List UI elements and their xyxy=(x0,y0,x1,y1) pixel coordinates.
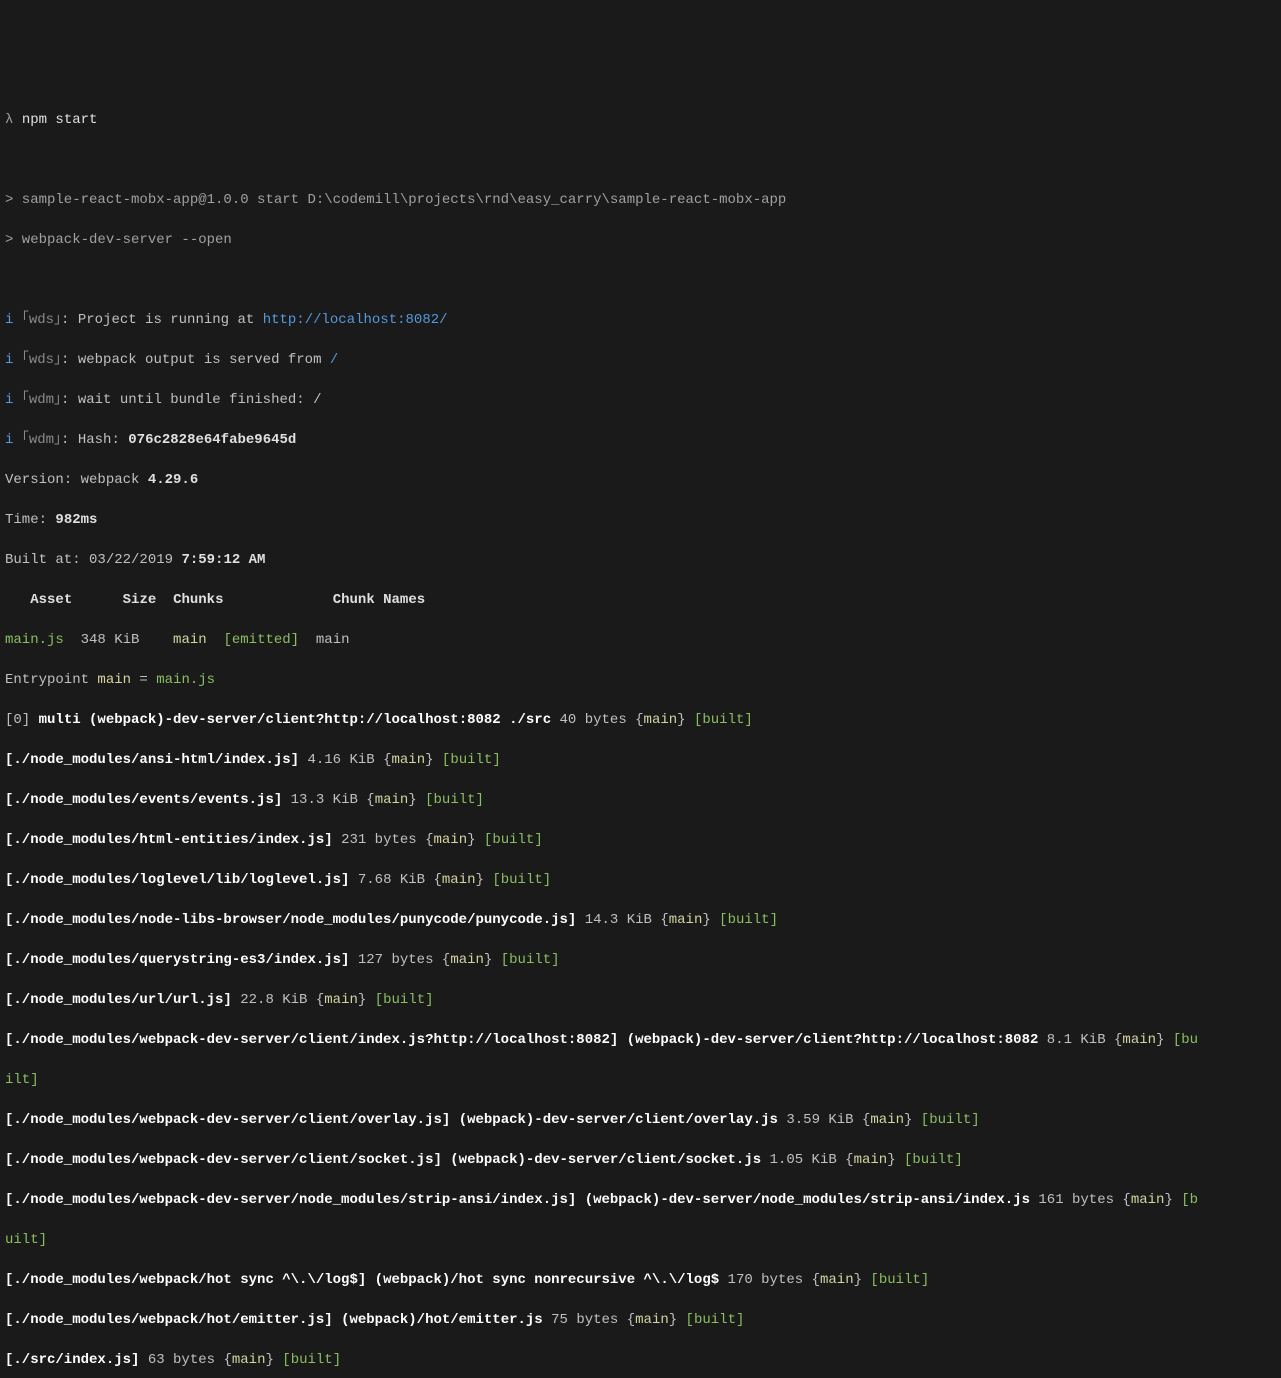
wds-line-2: i ｢wds｣: webpack output is served from / xyxy=(5,350,1276,370)
module-wrap: uilt] xyxy=(5,1230,1276,1250)
table-header: Asset Size Chunks Chunk Names xyxy=(5,590,1276,610)
module-line: [./node_modules/webpack-dev-server/clien… xyxy=(5,1110,1276,1130)
module-line: [./node_modules/webpack-dev-server/node_… xyxy=(5,1190,1276,1210)
server-url[interactable]: http://localhost:8082/ xyxy=(263,312,448,328)
terminal-output: λ npm start > sample-react-mobx-app@1.0.… xyxy=(5,90,1276,1378)
npm-line-1: > sample-react-mobx-app@1.0.0 start D:\c… xyxy=(5,190,1276,210)
module-wrap: ilt] xyxy=(5,1070,1276,1090)
module-line: [./node_modules/webpack/hot/emitter.js] … xyxy=(5,1310,1276,1330)
module-line: [./node_modules/html-entities/index.js] … xyxy=(5,830,1276,850)
npm-line-2: > webpack-dev-server --open xyxy=(5,230,1276,250)
version-line: Version: webpack 4.29.6 xyxy=(5,470,1276,490)
info-icon: i xyxy=(5,312,13,328)
built-at-line: Built at: 03/22/2019 7:59:12 AM xyxy=(5,550,1276,570)
module-line: [./node_modules/node-libs-browser/node_m… xyxy=(5,910,1276,930)
time-line: Time: 982ms xyxy=(5,510,1276,530)
blank-line xyxy=(5,270,1276,290)
module-line: [./node_modules/webpack-dev-server/clien… xyxy=(5,1030,1276,1050)
entrypoint-line: Entrypoint main = main.js xyxy=(5,670,1276,690)
hash-value: 076c2828e64fabe9645d xyxy=(128,432,296,448)
wdm-line-1: i ｢wdm｣: wait until bundle finished: / xyxy=(5,390,1276,410)
wdm-line-2: i ｢wdm｣: Hash: 076c2828e64fabe9645d xyxy=(5,430,1276,450)
module-line: [./node_modules/url/url.js] 22.8 KiB {ma… xyxy=(5,990,1276,1010)
module-line: [./node_modules/events/events.js] 13.3 K… xyxy=(5,790,1276,810)
prompt-line: λ npm start xyxy=(5,110,1276,130)
module-line: [./node_modules/webpack/hot sync ^\.\/lo… xyxy=(5,1270,1276,1290)
wds-line-1: i ｢wds｣: Project is running at http://lo… xyxy=(5,310,1276,330)
module-line: [./node_modules/webpack-dev-server/clien… xyxy=(5,1150,1276,1170)
blank-line xyxy=(5,150,1276,170)
info-icon: i xyxy=(5,432,13,448)
module-line: [./node_modules/ansi-html/index.js] 4.16… xyxy=(5,750,1276,770)
table-row: main.js 348 KiB main [emitted] main xyxy=(5,630,1276,650)
command-text: npm start xyxy=(22,112,98,128)
module-line: [./src/index.js] 63 bytes {main} [built] xyxy=(5,1350,1276,1370)
module-line: [./node_modules/querystring-es3/index.js… xyxy=(5,950,1276,970)
info-icon: i xyxy=(5,352,13,368)
module-line: [0] multi (webpack)-dev-server/client?ht… xyxy=(5,710,1276,730)
info-icon: i xyxy=(5,392,13,408)
module-line: [./node_modules/loglevel/lib/loglevel.js… xyxy=(5,870,1276,890)
prompt-symbol: λ xyxy=(5,112,13,128)
